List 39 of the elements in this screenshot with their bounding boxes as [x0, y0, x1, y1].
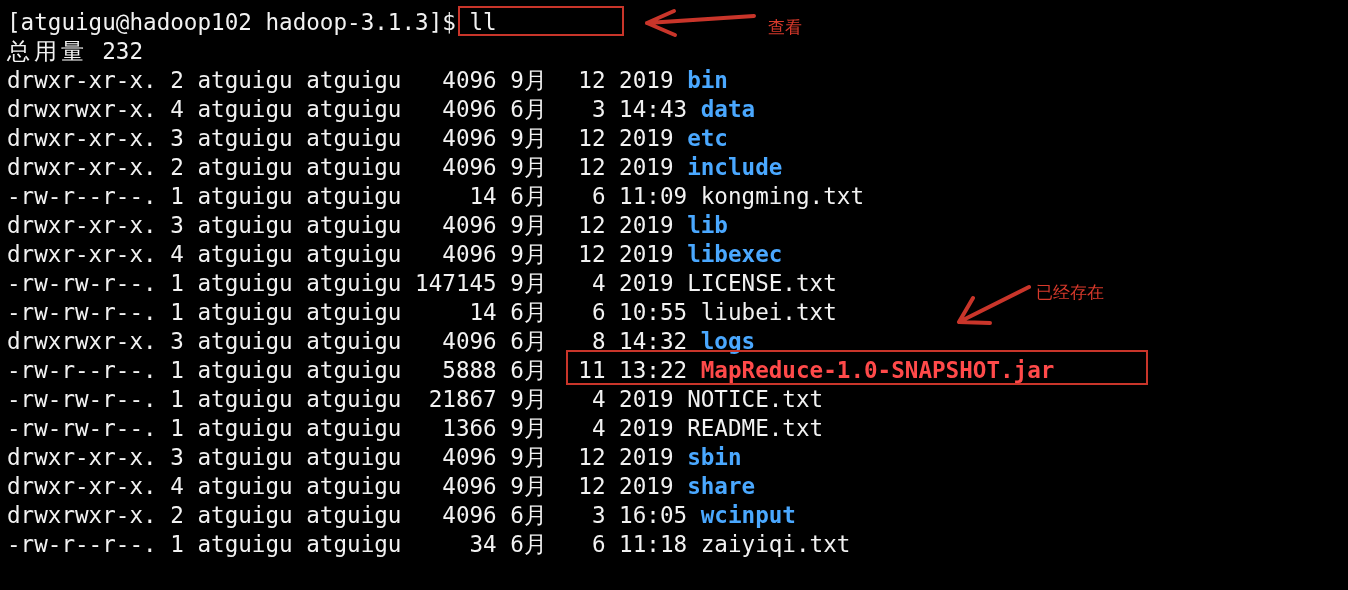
directory-name: etc — [687, 125, 728, 151]
command-text: ll — [469, 9, 497, 35]
file-details: -rw-rw-r--. 1 atguigu atguigu 147145 9月 4 2019 — [7, 270, 675, 296]
file-details: -rw-rw-r--. 1 atguigu atguigu 1366 9月 4 2019 — [7, 415, 675, 441]
file-details: drwxr-xr-x. 3 atguigu atguigu 4096 9月 12 2019 — [7, 212, 675, 238]
file-details: drwxrwxr-x. 4 atguigu atguigu 4096 6月 3 14:43 — [7, 96, 689, 122]
file-details: drwxr-xr-x. 3 atguigu atguigu 4096 9月 12 2019 — [7, 444, 675, 470]
directory-name: lib — [687, 212, 728, 238]
directory-name: libexec — [687, 241, 783, 267]
file-details: drwxr-xr-x. 4 atguigu atguigu 4096 9月 12 2019 — [7, 473, 675, 499]
file-details: drwxr-xr-x. 4 atguigu atguigu 4096 9月 12 2019 — [7, 241, 675, 267]
file-details: drwxr-xr-x. 2 atguigu atguigu 4096 9月 12 2019 — [7, 154, 675, 180]
file-name: liubei.txt — [700, 299, 837, 325]
file-name: README.txt — [687, 415, 824, 441]
file-details: drwxr-xr-x. 2 atguigu atguigu 4096 9月 12 2019 — [7, 67, 675, 93]
annotation-text: 查看 — [768, 17, 802, 37]
file-details: drwxrwxr-x. 2 atguigu atguigu 4096 6月 3 16:05 — [7, 502, 689, 528]
file-details: -rw-r--r--. 1 atguigu atguigu 5888 6月 11 13:22 — [7, 357, 689, 383]
annotation-text: 已经存在 — [1036, 282, 1104, 302]
file-name: NOTICE.txt — [687, 386, 824, 412]
total-line: 总用量 232 — [7, 37, 145, 66]
file-details: -rw-rw-r--. 1 atguigu atguigu 14 6月 6 10:55 — [7, 299, 689, 325]
file-details: drwxr-xr-x. 3 atguigu atguigu 4096 9月 12 2019 — [7, 125, 675, 151]
file-details: -rw-r--r--. 1 atguigu atguigu 14 6月 6 11:09 — [7, 183, 689, 209]
file-name: zaiyiqi.txt — [700, 531, 851, 557]
shell-prompt: [atguigu@hadoop102 hadoop-3.1.3]$ — [7, 9, 457, 35]
directory-name: include — [687, 154, 783, 180]
file-details: drwxrwxr-x. 3 atguigu atguigu 4096 6月 8 14:32 — [7, 328, 689, 354]
directory-name: share — [687, 473, 756, 499]
directory-name: sbin — [687, 444, 742, 470]
directory-name: data — [700, 96, 756, 122]
directory-name: bin — [687, 67, 728, 93]
file-name: kongming.txt — [700, 183, 864, 209]
file-details: -rw-r--r--. 1 atguigu atguigu 34 6月 6 11:18 — [7, 531, 689, 557]
directory-name: logs — [700, 328, 756, 354]
directory-name: wcinput — [700, 502, 796, 528]
file-name: MapReduce-1.0-SNAPSHOT.jar — [700, 357, 1055, 383]
file-details: -rw-rw-r--. 1 atguigu atguigu 21867 9月 4 2019 — [7, 386, 675, 412]
file-name: LICENSE.txt — [687, 270, 837, 296]
